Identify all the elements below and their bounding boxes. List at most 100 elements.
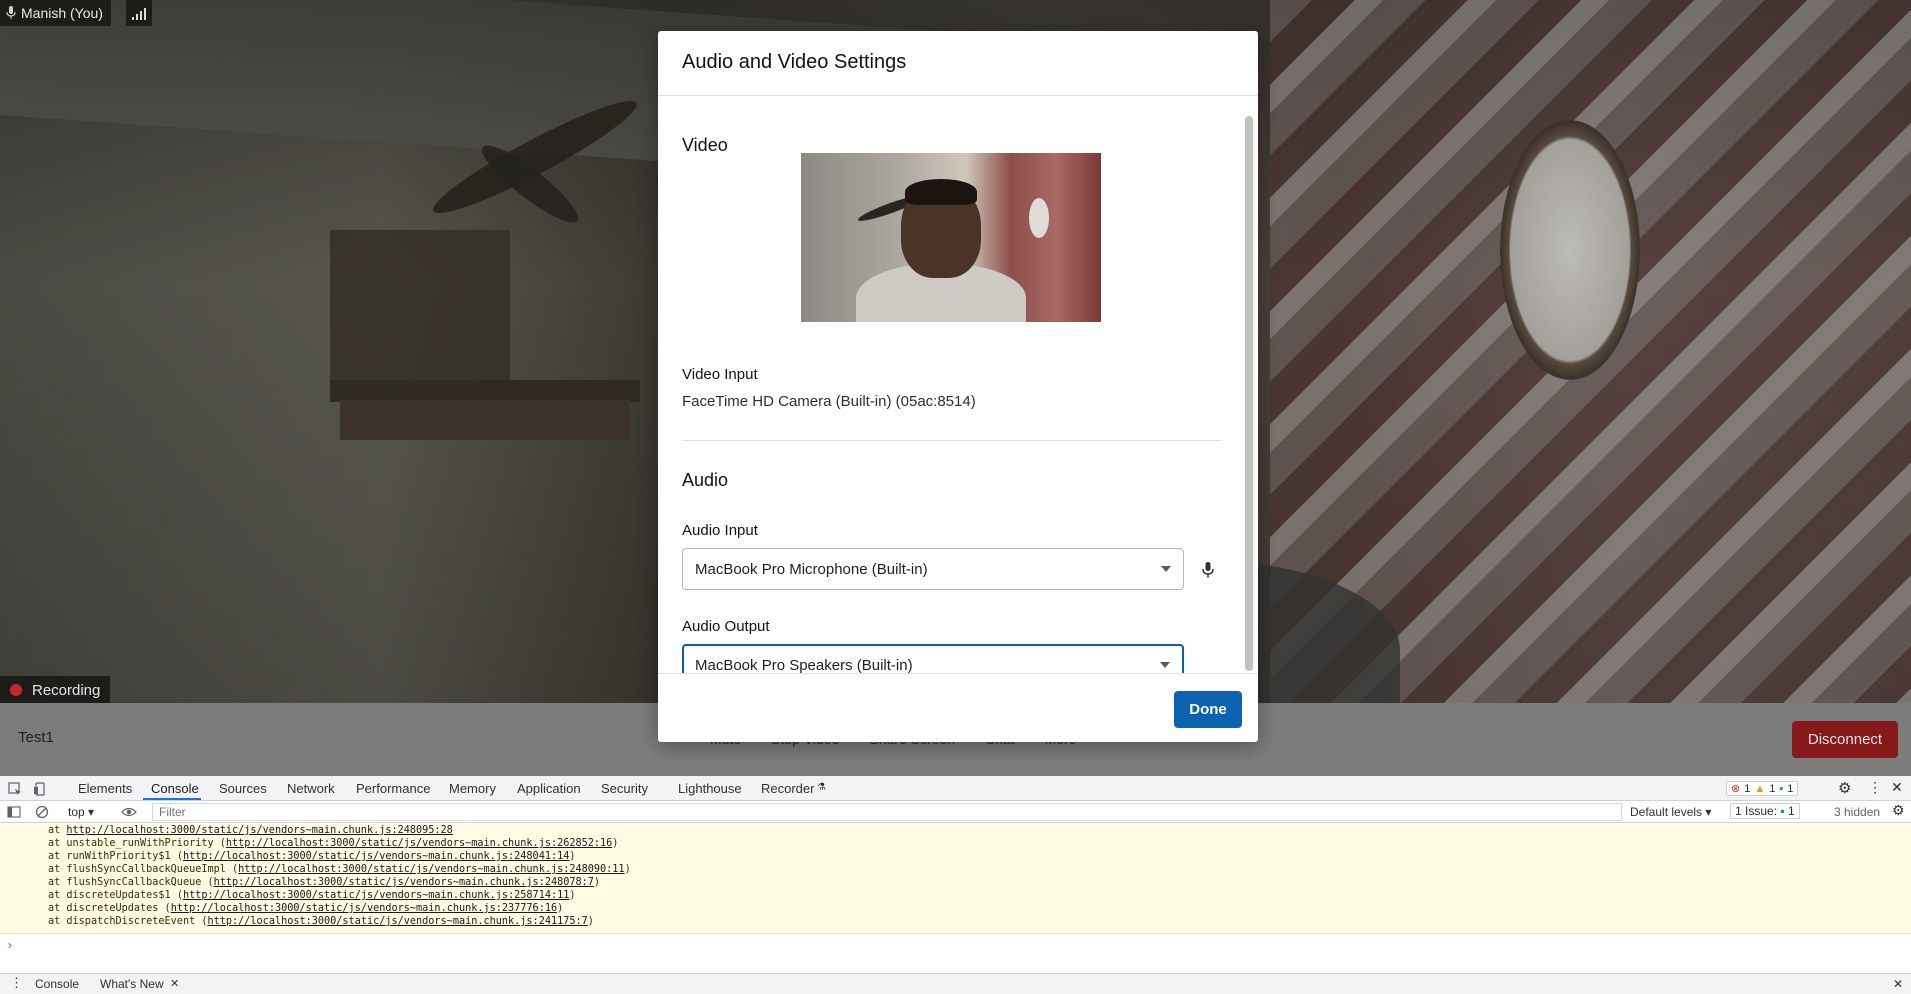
warning-icon: ▲ [1754, 782, 1766, 795]
audio-output-value: MacBook Pro Speakers (Built-in) [695, 656, 913, 674]
trace-line: at http://localhost:3000/static/js/vendo… [0, 824, 1911, 837]
trace-line: at flushSyncCallbackQueueImpl (http://lo… [48, 864, 631, 875]
trace-line: at discreteUpdates (http://localhost:300… [48, 903, 564, 914]
issues-label: 1 Issue: [1735, 804, 1778, 818]
tab-console[interactable]: Console [151, 781, 199, 796]
console-counts[interactable]: ⊗ 1 ▲ 1 ▪ 1 [1726, 781, 1799, 796]
message-icon: ▪ [1780, 804, 1785, 818]
tab-recorder[interactable]: Recorder [761, 781, 814, 796]
close-tab-icon[interactable]: ✕ [170, 977, 179, 990]
settings-gear-icon[interactable]: ⚙ [1838, 779, 1851, 797]
trace-prefix: at [48, 864, 67, 875]
drawer-tab-console[interactable]: Console [35, 977, 79, 991]
trace-source-link[interactable]: http://localhost:3000/static/js/vendors~… [66, 825, 452, 836]
console-filter-input[interactable] [152, 803, 1622, 821]
close-drawer-icon[interactable]: ✕ [1893, 977, 1903, 991]
tab-elements[interactable]: Elements [78, 781, 132, 796]
error-icon: ⊗ [1731, 783, 1741, 795]
trace-prefix: at [48, 851, 67, 862]
devtools-panel: Elements Console Sources Network Perform… [0, 776, 1911, 994]
trace-prefix: at [48, 903, 67, 914]
tab-security[interactable]: Security [601, 781, 648, 796]
message-count: 1 [1787, 782, 1794, 795]
audio-input-label: Audio Input [682, 522, 758, 539]
trace-prefix: at [48, 916, 67, 927]
trace-source-link[interactable]: http://localhost:3000/static/js/vendors~… [207, 916, 587, 927]
chevron-down-icon [1161, 566, 1171, 572]
active-tab-indicator [143, 798, 201, 800]
preview-clock [1029, 198, 1049, 238]
mic-test-icon[interactable] [1197, 559, 1219, 581]
issues-count: 1 [1787, 804, 1795, 818]
audio-output-select[interactable]: MacBook Pro Speakers (Built-in) [682, 644, 1184, 673]
trace-source-link[interactable]: http://localhost:3000/static/js/vendors~… [238, 864, 624, 875]
devtools-tab-bar: Elements Console Sources Network Perform… [0, 776, 1911, 801]
dialog-scrollbar[interactable] [1245, 116, 1253, 671]
tab-sources[interactable]: Sources [219, 781, 267, 796]
trace-line: at flushSyncCallbackQueue (http://localh… [48, 877, 601, 888]
section-divider [682, 440, 1222, 441]
done-button[interactable]: Done [1174, 691, 1242, 728]
eye-icon[interactable] [121, 805, 137, 819]
tab-performance[interactable]: Performance [356, 781, 430, 796]
recording-label: Recording [32, 681, 101, 699]
issues-button[interactable]: 1 Issue: ▪ 1 [1730, 803, 1800, 819]
drawer-tab-whats-new[interactable]: What's New [100, 977, 164, 991]
dialog-title: Audio and Video Settings [682, 51, 907, 73]
network-quality-icon [126, 0, 152, 26]
trace-source-link[interactable]: http://localhost:3000/static/js/vendors~… [226, 838, 612, 849]
console-toolbar: top ▾ Default levels ▾ 1 Issue: ▪ 1 3 hi… [0, 801, 1911, 823]
device-toolbar-icon[interactable] [33, 782, 47, 796]
trace-source-link[interactable]: http://localhost:3000/static/js/vendors~… [183, 851, 569, 862]
audio-output-label: Audio Output [682, 618, 770, 635]
tab-network[interactable]: Network [287, 781, 335, 796]
more-options-icon[interactable]: ⋮ [1868, 779, 1882, 796]
trace-function: discreteUpdates [66, 903, 165, 914]
participant-name: Manish (You) [21, 5, 103, 21]
trace-line: at discreteUpdates$1 (http://localhost:3… [48, 890, 576, 901]
flask-icon: ⚗ [817, 782, 826, 793]
tab-lighthouse[interactable]: Lighthouse [678, 781, 742, 796]
inspect-element-icon[interactable] [8, 782, 22, 796]
devtools-drawer: ⋮ Console What's New ✕ ✕ [0, 973, 1911, 994]
trace-source-link[interactable]: http://localhost:3000/static/js/vendors~… [183, 890, 569, 901]
audio-input-select[interactable]: MacBook Pro Microphone (Built-in) [682, 548, 1184, 590]
log-levels-dropdown[interactable]: Default levels ▾ [1630, 805, 1711, 819]
console-output: at http://localhost:3000/static/js/vendo… [0, 824, 1911, 934]
trace-function: discreteUpdates$1 [66, 890, 177, 901]
trace-prefix: at [48, 890, 67, 901]
context-select[interactable]: top ▾ [68, 805, 94, 819]
tab-application[interactable]: Application [517, 781, 581, 796]
drawer-menu-icon[interactable]: ⋮ [10, 975, 23, 991]
participant-name-tag: Manish (You) [0, 0, 111, 26]
disconnect-button[interactable]: Disconnect [1792, 721, 1898, 758]
trace-function: unstable_runWithPriority [66, 838, 220, 849]
trace-prefix: at [48, 838, 67, 849]
tab-memory[interactable]: Memory [449, 781, 496, 796]
trace-source-link[interactable]: http://localhost:3000/static/js/vendors~… [171, 903, 557, 914]
mic-icon [6, 6, 16, 19]
close-devtools-icon[interactable]: ✕ [1891, 779, 1903, 796]
console-prompt-icon[interactable]: › [8, 938, 12, 952]
audio-video-settings-dialog: Audio and Video Settings Video Video Inp… [658, 31, 1258, 742]
warning-count: 1 [1769, 782, 1776, 795]
sidebar-toggle-icon[interactable] [7, 805, 21, 819]
trace-prefix: at [48, 877, 67, 888]
chevron-down-icon [1160, 662, 1170, 668]
trace-function: flushSyncCallbackQueueImpl [66, 864, 233, 875]
clear-console-icon[interactable] [35, 805, 49, 819]
video-preview [801, 153, 1101, 322]
error-count: 1 [1744, 782, 1751, 795]
trace-function: runWithPriority$1 [66, 851, 177, 862]
trace-source-link[interactable]: http://localhost:3000/static/js/vendors~… [214, 877, 594, 888]
video-section-title: Video [682, 135, 728, 155]
trace-prefix: at [48, 825, 67, 836]
trace-function: flushSyncCallbackQueue [66, 877, 208, 888]
video-input-value: FaceTime HD Camera (Built-in) (05ac:8514… [682, 393, 976, 410]
preview-hair [905, 179, 977, 205]
trace-line: at unstable_runWithPriority (http://loca… [48, 838, 619, 849]
hidden-count: 3 hidden [1834, 805, 1881, 819]
recording-dot-icon [10, 684, 22, 696]
console-settings-gear-icon[interactable]: ⚙ [1892, 802, 1905, 819]
audio-input-value: MacBook Pro Microphone (Built-in) [695, 560, 928, 578]
